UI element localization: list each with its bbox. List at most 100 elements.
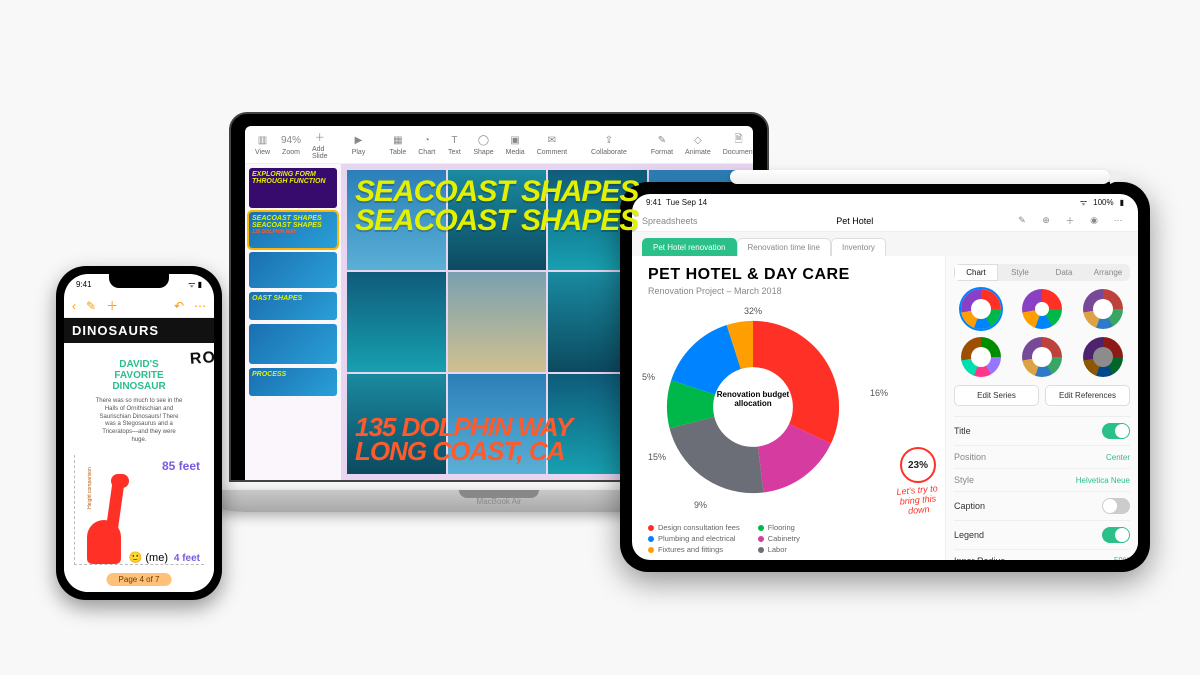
height-4: 4 feet — [174, 553, 200, 564]
tb-collaborate[interactable]: ⇪Collaborate — [591, 133, 627, 156]
tb-media[interactable]: ▣Media — [506, 133, 525, 156]
legend-item: Flooring — [758, 523, 800, 532]
doc-title-header: Pet Hotel — [698, 216, 1012, 226]
infographic[interactable]: Height comparison 85 feet 4 feet 🙂 (me) — [74, 455, 204, 565]
edit-references-button[interactable]: Edit References — [1045, 385, 1130, 406]
row-position[interactable]: PositionCenter — [954, 445, 1130, 468]
brush-icon[interactable]: ✎ — [86, 299, 96, 313]
pct-5: 5% — [642, 372, 655, 382]
comment-icon: ✉ — [545, 133, 559, 147]
pages-toolbar: ‹ ✎ ＋ ↶ ⋯ — [64, 294, 214, 318]
edit-series-button[interactable]: Edit Series — [954, 385, 1039, 406]
slide-thumb-6[interactable]: PROCESS — [249, 368, 337, 396]
slide-navigator[interactable]: EXPLORING FORM THROUGH FUNCTION SEACOAST… — [245, 164, 341, 480]
slide-thumb-2[interactable]: SEACOAST SHAPES SEACOAST SHAPES135 DOLPH… — [249, 212, 337, 248]
slide-thumb-5[interactable] — [249, 324, 337, 364]
seg-chart[interactable]: Chart — [954, 264, 998, 281]
row-title[interactable]: Title — [954, 416, 1130, 445]
pct-16: 16% — [870, 388, 888, 398]
text-icon: T — [447, 133, 461, 147]
tb-shape[interactable]: ◯Shape — [473, 133, 493, 156]
tb-format[interactable]: ✎Format — [651, 133, 673, 156]
share-icon[interactable]: ⊕ — [1036, 211, 1056, 231]
donut-chart[interactable]: Renovation budget allocation 32% 16% 5% … — [648, 302, 908, 512]
battery-icon: ▮ — [1120, 198, 1124, 207]
tb-animate[interactable]: ◇Animate — [685, 133, 711, 156]
seg-data[interactable]: Data — [1042, 264, 1086, 281]
legend-toggle[interactable] — [1102, 527, 1130, 543]
media-icon: ▣ — [508, 133, 522, 147]
slide-thumb-3[interactable] — [249, 252, 337, 288]
tb-zoom[interactable]: 94%Zoom — [282, 133, 300, 156]
back-icon[interactable]: ‹ — [72, 299, 76, 313]
doc-heading[interactable]: DINOSAURS — [64, 318, 214, 343]
slide-thumb-4[interactable]: OAST SHAPES — [249, 292, 337, 320]
legend-item: Plumbing and electrical — [648, 534, 740, 543]
pages-window: 9:41 ᯤ ▮ ‹ ✎ ＋ ↶ ⋯ DINOSAURS RO DAVID'S … — [64, 274, 214, 592]
tb-play[interactable]: ▶Play — [352, 133, 366, 156]
apple-pencil — [730, 170, 1110, 184]
iphone-device: 9:41 ᯤ ▮ ‹ ✎ ＋ ↶ ⋯ DINOSAURS RO DAVID'S … — [56, 266, 222, 600]
view-icon: ▥ — [256, 133, 270, 147]
legend-item: Labor — [758, 545, 800, 554]
notch — [109, 274, 169, 288]
tb-document[interactable]: 🗎Document — [723, 133, 753, 156]
tb-chart[interactable]: ◔Chart — [418, 133, 435, 156]
plus-icon[interactable]: ＋ — [106, 297, 118, 314]
sheet-tabs: Pet Hotel renovation Renovation time lin… — [632, 232, 1138, 256]
collaborate-icon: ⇪ — [602, 133, 616, 147]
tb-comment[interactable]: ✉Comment — [537, 133, 567, 156]
slide-address[interactable]: 135 DOLPHIN WAY LONG COAST, CA — [355, 415, 739, 464]
page-indicator[interactable]: Page 4 of 7 — [107, 573, 172, 586]
spreadsheet-canvas[interactable]: PET HOTEL & DAY CARE Renovation Project … — [632, 256, 946, 560]
sheet-tab-2[interactable]: Renovation time line — [737, 238, 831, 256]
tb-table[interactable]: ▦Table — [390, 133, 407, 156]
document-icon: 🗎 — [732, 133, 746, 147]
animate-icon: ◇ — [691, 133, 705, 147]
labor-callout: 23% Let's try to bring this down — [896, 447, 940, 516]
slide-headline[interactable]: SEACOAST SHAPES SEACOAST SHAPES — [355, 178, 739, 235]
sheet-subtitle[interactable]: Renovation Project – March 2018 — [648, 286, 940, 296]
tb-view[interactable]: ▥View — [255, 133, 270, 156]
tb-text[interactable]: TText — [447, 133, 461, 156]
callout-value: 23% — [900, 447, 936, 483]
tb-add-slide[interactable]: ＋Add Slide — [312, 130, 328, 160]
doc-paragraph[interactable]: There was so much to see in the Halls of… — [64, 398, 214, 451]
format-icon[interactable]: ◉ — [1084, 211, 1104, 231]
chart-center-label: Renovation budget allocation — [710, 390, 796, 408]
tools-icon[interactable]: ⋯ — [1108, 211, 1128, 231]
wifi-icon: ᯤ — [1080, 198, 1087, 207]
iphone-status-right: ᯤ ▮ — [188, 279, 202, 290]
sheet-title[interactable]: PET HOTEL & DAY CARE — [648, 266, 940, 284]
shape-icon: ◯ — [477, 133, 491, 147]
chart-legend: Design consultation fees Flooring Plumbi… — [648, 523, 800, 554]
title-toggle[interactable] — [1102, 423, 1130, 439]
more-icon[interactable]: ⋯ — [194, 299, 206, 313]
panel-segments[interactable]: Chart Style Data Arrange — [954, 264, 1130, 281]
insert-icon[interactable]: ＋ — [1060, 211, 1080, 231]
legend-item: Design consultation fees — [648, 523, 740, 532]
slide-thumb-1[interactable]: EXPLORING FORM THROUGH FUNCTION — [249, 168, 337, 208]
pct-9: 9% — [694, 500, 707, 510]
caption-toggle[interactable] — [1102, 498, 1130, 514]
row-inner-radius[interactable]: Inner Radius59% — [954, 549, 1130, 560]
row-caption[interactable]: Caption — [954, 491, 1130, 520]
axis-label: Height comparison — [87, 467, 93, 509]
seg-arrange[interactable]: Arrange — [1086, 264, 1130, 281]
table-icon: ▦ — [391, 133, 405, 147]
sheet-tab-1[interactable]: Pet Hotel renovation — [642, 238, 737, 256]
format-panel: Chart Style Data Arrange Edit Series Edi… — [946, 256, 1138, 560]
play-icon: ▶ — [352, 133, 366, 147]
zoom-value: 94% — [284, 133, 298, 147]
height-85: 85 feet — [162, 459, 200, 473]
row-style[interactable]: StyleHelvetica Neue — [954, 468, 1130, 491]
iphone-time: 9:41 — [76, 280, 92, 289]
seg-style[interactable]: Style — [998, 264, 1042, 281]
pages-document[interactable]: DINOSAURS RO DAVID'S FAVORITE DINOSAUR T… — [64, 318, 214, 592]
chart-style-swatches[interactable] — [954, 289, 1130, 377]
sheet-tab-3[interactable]: Inventory — [831, 238, 886, 256]
doc-subheading[interactable]: DAVID'S FAVORITE DINOSAUR — [94, 359, 184, 392]
undo-icon[interactable]: ↶ — [174, 299, 184, 313]
row-legend[interactable]: Legend — [954, 520, 1130, 549]
draw-icon[interactable]: ✎ — [1012, 211, 1032, 231]
